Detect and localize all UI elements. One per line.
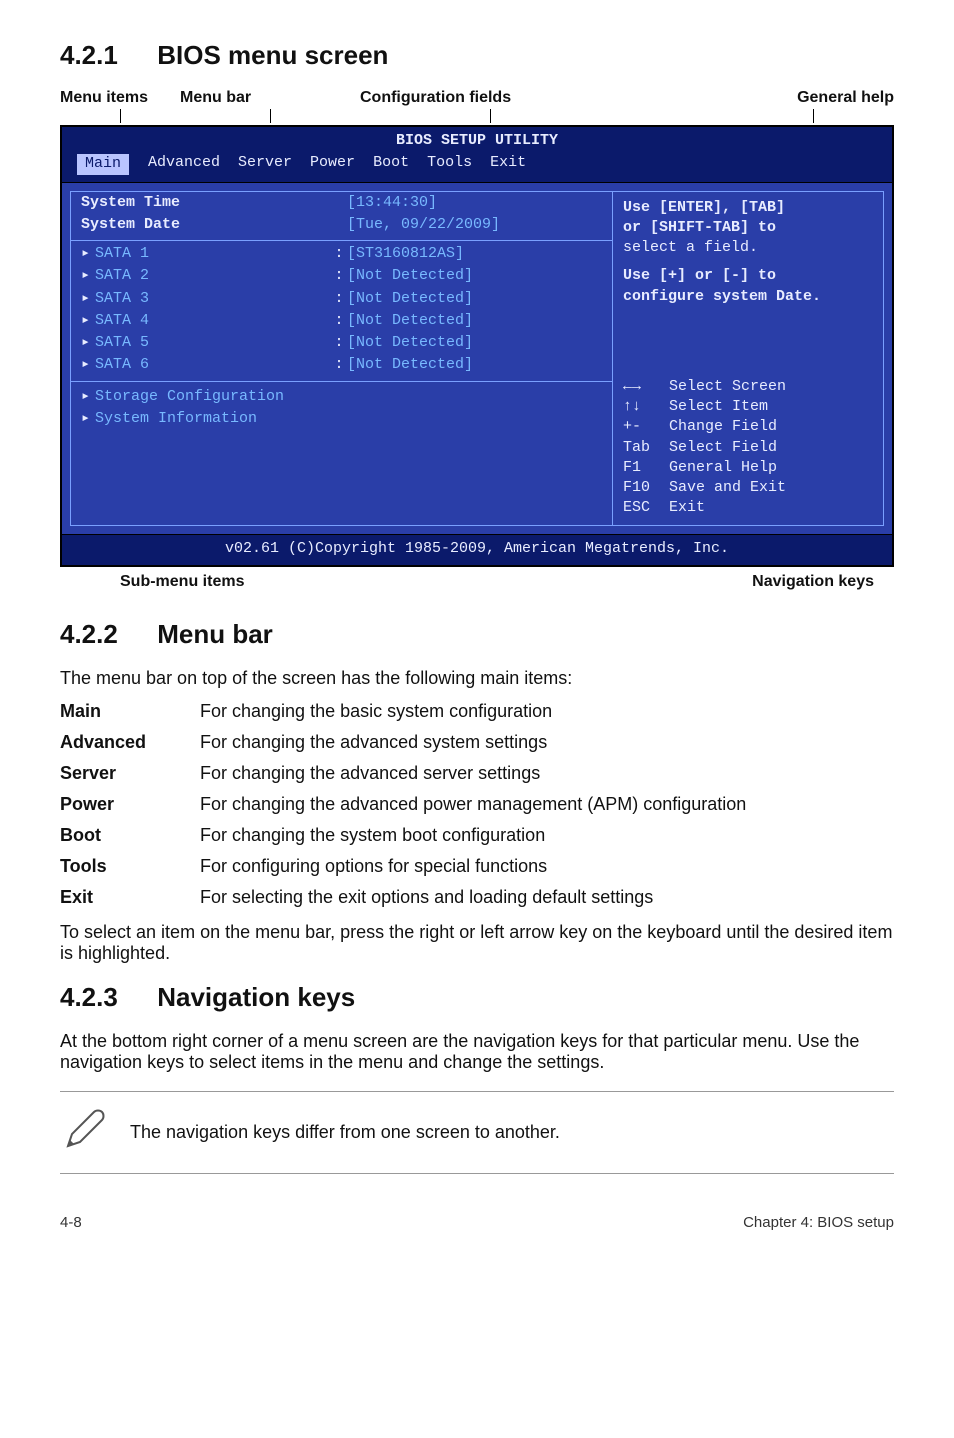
triangle-icon: ▸: [81, 266, 95, 286]
bios-tab-main[interactable]: Main: [76, 153, 130, 175]
label-nav-keys: Navigation keys: [752, 573, 874, 591]
bios-row-sata2[interactable]: ▸SATA 2 : [Not Detected]: [71, 265, 612, 287]
section-title: Navigation keys: [157, 982, 355, 1012]
help-line: or [SHIFT-TAB] to: [623, 218, 873, 238]
section-number: 4.2.3: [60, 982, 150, 1013]
bios-row-sata4[interactable]: ▸SATA 4 : [Not Detected]: [71, 310, 612, 332]
section-number: 4.2.2: [60, 619, 150, 650]
diagram-top-labels: Menu items Menu bar Configuration fields…: [60, 89, 894, 123]
help-line: select a field.: [623, 238, 873, 258]
page-footer: 4-8 Chapter 4: BIOS setup: [60, 1214, 894, 1231]
triangle-icon: ▸: [81, 333, 95, 353]
def-desc: For configuring options for special func…: [200, 856, 894, 877]
bios-field-label: System Time: [81, 193, 331, 213]
bios-tab-power[interactable]: Power: [310, 153, 355, 175]
def-desc: For changing the system boot configurati…: [200, 825, 894, 846]
def-desc: For selecting the exit options and loadi…: [200, 887, 894, 908]
label-menu-bar: Menu bar: [180, 89, 251, 106]
bios-tabs: Main Advanced Server Power Boot Tools Ex…: [62, 151, 892, 181]
bios-row-time[interactable]: System Time [13:44:30]: [71, 192, 612, 214]
triangle-icon: ▸: [81, 289, 95, 309]
diagram-bottom-labels: Sub-menu items Navigation keys: [120, 573, 874, 591]
def-desc: For changing the advanced system setting…: [200, 732, 894, 753]
footer-chapter: Chapter 4: BIOS setup: [743, 1214, 894, 1231]
bios-tab-advanced[interactable]: Advanced: [148, 153, 220, 175]
triangle-icon: ▸: [81, 387, 95, 407]
help-line: configure system Date.: [623, 287, 873, 307]
heading-menu-bar: 4.2.2 Menu bar: [60, 619, 894, 650]
menubar-lead: The menu bar on top of the screen has th…: [60, 668, 894, 689]
bios-row-sata3[interactable]: ▸SATA 3 : [Not Detected]: [71, 288, 612, 310]
bios-tab-boot[interactable]: Boot: [373, 153, 409, 175]
bios-copyright: v02.61 (C)Copyright 1985-2009, American …: [62, 534, 892, 565]
menubar-tail: To select an item on the menu bar, press…: [60, 922, 894, 964]
heading-bios-menu-screen: 4.2.1 BIOS menu screen: [60, 40, 894, 71]
bios-field-value: [Tue, 09/22/2009]: [347, 215, 602, 235]
help-line: Use [ENTER], [TAB]: [623, 198, 873, 218]
section-title: BIOS menu screen: [157, 40, 388, 70]
section-number: 4.2.1: [60, 40, 150, 71]
bios-screenshot: BIOS SETUP UTILITY Main Advanced Server …: [60, 125, 894, 567]
bios-tab-tools[interactable]: Tools: [427, 153, 472, 175]
note-box: The navigation keys differ from one scre…: [60, 1091, 894, 1174]
def-term: Power: [60, 794, 200, 815]
help-line: Use [+] or [-] to: [623, 266, 873, 286]
bios-help-pane: Use [ENTER], [TAB] or [SHIFT-TAB] to sel…: [612, 191, 884, 526]
def-term: Main: [60, 701, 200, 722]
bios-submenu-storage[interactable]: ▸Storage Configuration: [71, 386, 612, 408]
triangle-icon: ▸: [81, 244, 95, 264]
label-menu-items: Menu items: [60, 89, 148, 106]
def-term: Boot: [60, 825, 200, 846]
bios-row-sata5[interactable]: ▸SATA 5 : [Not Detected]: [71, 332, 612, 354]
def-desc: For changing the basic system configurat…: [200, 701, 894, 722]
label-config-fields: Configuration fields: [360, 89, 511, 106]
heading-nav-keys: 4.2.3 Navigation keys: [60, 982, 894, 1013]
bios-submenu-sysinfo[interactable]: ▸System Information: [71, 408, 612, 430]
def-term: Exit: [60, 887, 200, 908]
def-term: Server: [60, 763, 200, 784]
def-desc: For changing the advanced power manageme…: [200, 794, 894, 815]
navkeys-para: At the bottom right corner of a menu scr…: [60, 1031, 894, 1073]
triangle-icon: ▸: [81, 355, 95, 375]
bios-row-sata6[interactable]: ▸SATA 6 : [Not Detected]: [71, 354, 612, 376]
bios-field-label: System Date: [81, 215, 331, 235]
bios-title: BIOS SETUP UTILITY: [62, 127, 892, 151]
def-desc: For changing the advanced server setting…: [200, 763, 894, 784]
triangle-icon: ▸: [81, 311, 95, 331]
def-term: Advanced: [60, 732, 200, 753]
bios-field-value: [13:44:30]: [347, 193, 602, 213]
footer-page-number: 4-8: [60, 1214, 82, 1231]
def-term: Tools: [60, 856, 200, 877]
bios-tab-exit[interactable]: Exit: [490, 153, 526, 175]
note-text: The navigation keys differ from one scre…: [130, 1122, 894, 1143]
label-sub-menu: Sub-menu items: [120, 573, 244, 591]
section-title: Menu bar: [157, 619, 273, 649]
bios-tab-server[interactable]: Server: [238, 153, 292, 175]
bios-nav-block: ←→Select Screen ↑↓Select Item +-Change F…: [623, 377, 873, 519]
bios-row-sata1[interactable]: ▸SATA 1 : [ST3160812AS]: [71, 243, 612, 265]
label-general-help: General help: [797, 89, 894, 106]
bios-row-date[interactable]: System Date [Tue, 09/22/2009]: [71, 214, 612, 236]
pencil-icon: [60, 1106, 130, 1159]
menu-definitions: Main For changing the basic system confi…: [60, 701, 894, 908]
triangle-icon: ▸: [81, 409, 95, 429]
